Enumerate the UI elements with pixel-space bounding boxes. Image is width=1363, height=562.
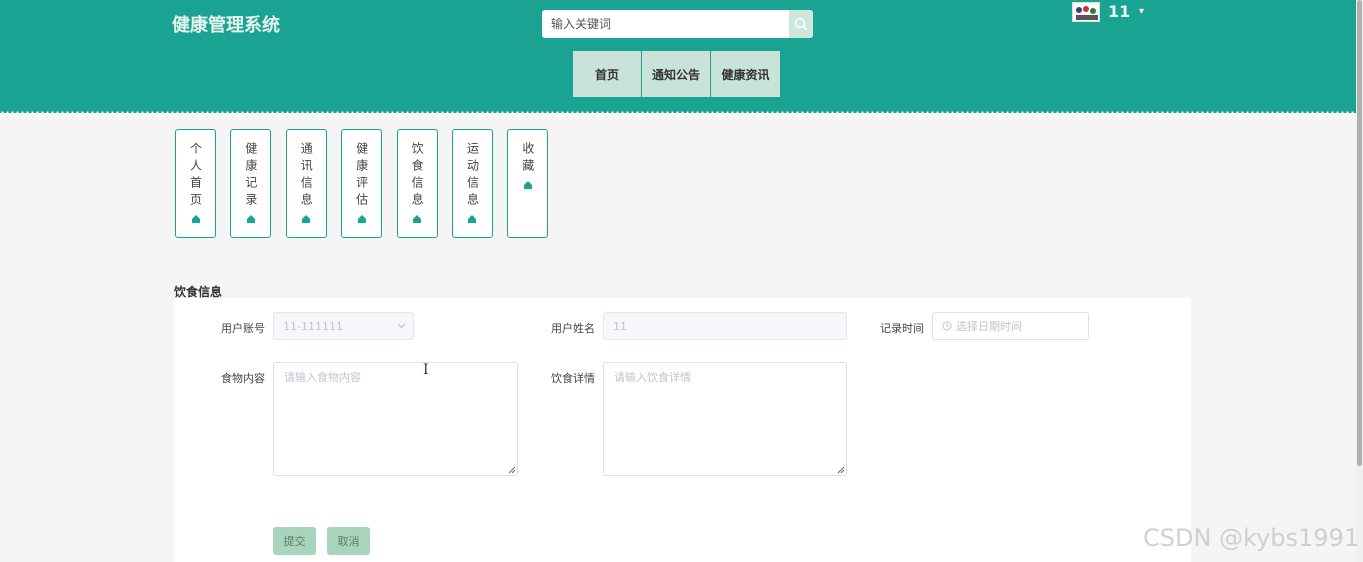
home-icon <box>413 215 422 223</box>
account-select[interactable]: 11-111111 <box>273 312 414 340</box>
home-icon <box>302 215 311 223</box>
menu-card-contacts[interactable]: 通讯信息 <box>285 129 327 238</box>
time-label: 记录时间 <box>880 322 924 335</box>
menu-card-profile[interactable]: 个人首页 <box>175 129 216 238</box>
datetime-picker[interactable]: 选择日期时间 <box>932 312 1089 340</box>
site-title: 健康管理系统 <box>172 15 280 36</box>
name-value: 11 <box>613 319 627 333</box>
nav-home[interactable]: 首页 <box>573 51 641 97</box>
menu-card-label: 健康评估 <box>354 142 369 210</box>
header-dotted-border <box>0 111 1356 114</box>
search-box <box>542 10 813 38</box>
datetime-placeholder: 选择日期时间 <box>956 320 1022 333</box>
account-value: 11-111111 <box>283 319 343 333</box>
username[interactable]: 11 <box>1108 2 1130 21</box>
detail-textarea[interactable]: 请输入饮食详情 <box>603 362 847 476</box>
food-textarea[interactable]: 请输入食物内容 <box>273 362 518 476</box>
menu-card-diet[interactable]: 饮食信息 <box>396 129 438 238</box>
name-field[interactable]: 11 <box>603 312 847 340</box>
search-input[interactable] <box>542 10 789 38</box>
avatar[interactable] <box>1072 2 1100 22</box>
menu-card-label: 健康记录 <box>243 142 258 210</box>
scrollbar[interactable] <box>1356 0 1363 562</box>
resize-handle-icon[interactable] <box>508 466 516 474</box>
text-cursor-icon: I <box>423 362 429 378</box>
scrollbar-thumb[interactable] <box>1357 0 1362 466</box>
clock-icon <box>942 321 952 331</box>
home-icon <box>523 181 532 189</box>
menu-card-label: 通讯信息 <box>299 142 314 210</box>
menu-card-label: 运动信息 <box>465 142 480 210</box>
detail-placeholder: 请输入饮食详情 <box>614 371 691 384</box>
cancel-button[interactable]: 取消 <box>327 527 370 555</box>
search-button[interactable] <box>789 10 813 38</box>
center-menu: 个人首页 健康记录 通讯信息 健康评估 饮食信息 运动信息 收藏 <box>175 129 563 238</box>
detail-label: 饮食详情 <box>551 372 595 385</box>
menu-card-favorites[interactable]: 收藏 <box>507 129 549 238</box>
menu-card-health-records[interactable]: 健康记录 <box>230 129 272 238</box>
menu-card-label: 个人首页 <box>188 142 203 210</box>
menu-card-label: 饮食信息 <box>410 142 425 210</box>
top-nav: 首页 通知公告 健康资讯 <box>573 51 781 97</box>
home-icon <box>246 215 255 223</box>
food-label: 食物内容 <box>221 372 265 385</box>
avatar-image <box>1073 3 1099 21</box>
menu-card-health-assessment[interactable]: 健康评估 <box>341 129 383 238</box>
search-icon <box>794 17 808 31</box>
food-placeholder: 请输入食物内容 <box>284 371 361 384</box>
menu-card-exercise[interactable]: 运动信息 <box>451 129 493 238</box>
account-label: 用户账号 <box>221 322 265 335</box>
nav-health-news[interactable]: 健康资讯 <box>711 51 780 97</box>
chevron-down-icon[interactable]: ▾ <box>1139 2 1144 22</box>
submit-button[interactable]: 提交 <box>273 527 316 555</box>
menu-card-label: 收藏 <box>520 142 535 176</box>
chevron-down-icon <box>397 323 406 329</box>
name-label: 用户姓名 <box>551 322 595 335</box>
resize-handle-icon[interactable] <box>837 466 845 474</box>
watermark: CSDN @kybs1991 <box>1143 524 1360 552</box>
home-icon <box>191 215 200 223</box>
nav-notices[interactable]: 通知公告 <box>642 51 710 97</box>
home-icon <box>468 215 477 223</box>
home-icon <box>357 215 366 223</box>
